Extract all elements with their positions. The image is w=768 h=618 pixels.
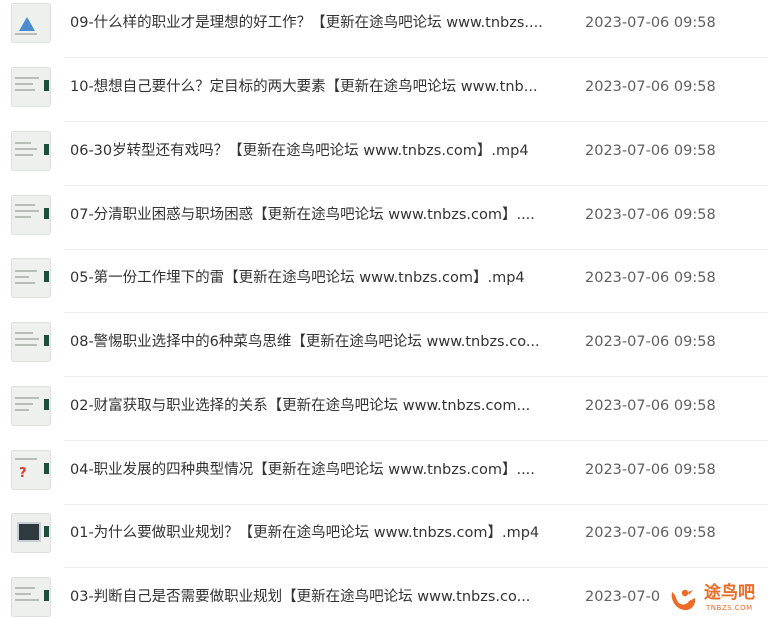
file-date: 2023-07-06 09:58 [585, 15, 716, 31]
file-row[interactable]: 09-什么样的职业才是理想的好工作？【更新在途鸟吧论坛 www.tnbzs...… [0, 0, 768, 58]
file-row[interactable]: ? 04-职业发展的四种典型情况【更新在途鸟吧论坛 www.tnbzs.com】… [0, 442, 768, 505]
file-date: 2023-07-0 [585, 589, 661, 605]
file-name[interactable]: 09-什么样的职业才是理想的好工作？【更新在途鸟吧论坛 www.tnbzs...… [70, 13, 560, 33]
row-divider [64, 376, 768, 377]
row-divider [64, 57, 768, 58]
question-mark-icon: ? [19, 466, 27, 481]
video-thumbnail[interactable]: ? [11, 450, 51, 490]
file-row[interactable]: 01-为什么要做职业规划？【更新在途鸟吧论坛 www.tnbzs.com】.mp… [0, 505, 768, 568]
file-name[interactable]: 07-分清职业困惑与职场困惑【更新在途鸟吧论坛 www.tnbzs.com】..… [70, 205, 560, 225]
file-name[interactable]: 02-财富获取与职业选择的关系【更新在途鸟吧论坛 www.tnbzs.com..… [70, 396, 560, 416]
file-name[interactable]: 04-职业发展的四种典型情况【更新在途鸟吧论坛 www.tnbzs.com】..… [70, 460, 560, 480]
row-divider [64, 312, 768, 313]
slide-card-icon [17, 522, 41, 542]
file-list: 09-什么样的职业才是理想的好工作？【更新在途鸟吧论坛 www.tnbzs...… [0, 0, 768, 618]
row-divider [64, 440, 768, 441]
file-name[interactable]: 01-为什么要做职业规划？【更新在途鸟吧论坛 www.tnbzs.com】.mp… [70, 523, 560, 543]
file-date: 2023-07-06 09:58 [585, 334, 716, 350]
video-thumbnail[interactable] [11, 67, 51, 107]
video-thumbnail[interactable] [11, 577, 51, 617]
row-divider [64, 121, 768, 122]
video-thumbnail[interactable] [11, 513, 51, 553]
file-row[interactable]: 07-分清职业困惑与职场困惑【更新在途鸟吧论坛 www.tnbzs.com】..… [0, 187, 768, 250]
row-divider [64, 185, 768, 186]
file-date: 2023-07-06 09:58 [585, 143, 716, 159]
video-thumbnail[interactable] [11, 195, 51, 235]
pyramid-icon [19, 17, 35, 31]
row-divider [64, 567, 768, 568]
watermark-text: 途鸟吧 [704, 583, 755, 603]
bird-logo-icon [671, 589, 696, 611]
file-row[interactable]: 05-第一份工作埋下的雷【更新在途鸟吧论坛 www.tnbzs.com】.mp4… [0, 250, 768, 313]
file-row[interactable]: 03-判断自己是否需要做职业规划【更新在途鸟吧论坛 www.tnbzs.co..… [0, 569, 768, 618]
file-date: 2023-07-06 09:58 [585, 462, 716, 478]
video-thumbnail[interactable] [11, 322, 51, 362]
file-row[interactable]: 08-警惕职业选择中的6种菜鸟思维【更新在途鸟吧论坛 www.tnbzs.co.… [0, 314, 768, 377]
site-watermark: 途鸟吧 TNBZS.COM [668, 582, 766, 616]
video-thumbnail[interactable] [11, 258, 51, 298]
file-date: 2023-07-06 09:58 [585, 398, 716, 414]
file-row[interactable]: 06-30岁转型还有戏吗？【更新在途鸟吧论坛 www.tnbzs.com】.mp… [0, 123, 768, 186]
file-name[interactable]: 05-第一份工作埋下的雷【更新在途鸟吧论坛 www.tnbzs.com】.mp4 [70, 268, 560, 288]
file-date: 2023-07-06 09:58 [585, 525, 716, 541]
video-thumbnail[interactable] [11, 131, 51, 171]
file-row[interactable]: 10-想想自己要什么？定目标的两大要素【更新在途鸟吧论坛 www.tnb... … [0, 59, 768, 122]
file-name[interactable]: 03-判断自己是否需要做职业规划【更新在途鸟吧论坛 www.tnbzs.co..… [70, 587, 560, 607]
file-row[interactable]: 02-财富获取与职业选择的关系【更新在途鸟吧论坛 www.tnbzs.com..… [0, 378, 768, 441]
file-name[interactable]: 10-想想自己要什么？定目标的两大要素【更新在途鸟吧论坛 www.tnb... [70, 77, 560, 97]
file-date: 2023-07-06 09:58 [585, 270, 716, 286]
file-date: 2023-07-06 09:58 [585, 79, 716, 95]
file-name[interactable]: 06-30岁转型还有戏吗？【更新在途鸟吧论坛 www.tnbzs.com】.mp… [70, 141, 560, 161]
video-thumbnail[interactable] [11, 3, 51, 43]
file-date: 2023-07-06 09:58 [585, 207, 716, 223]
watermark-subtext: TNBZS.COM [706, 604, 753, 612]
video-thumbnail[interactable] [11, 386, 51, 426]
file-name[interactable]: 08-警惕职业选择中的6种菜鸟思维【更新在途鸟吧论坛 www.tnbzs.co.… [70, 332, 560, 352]
